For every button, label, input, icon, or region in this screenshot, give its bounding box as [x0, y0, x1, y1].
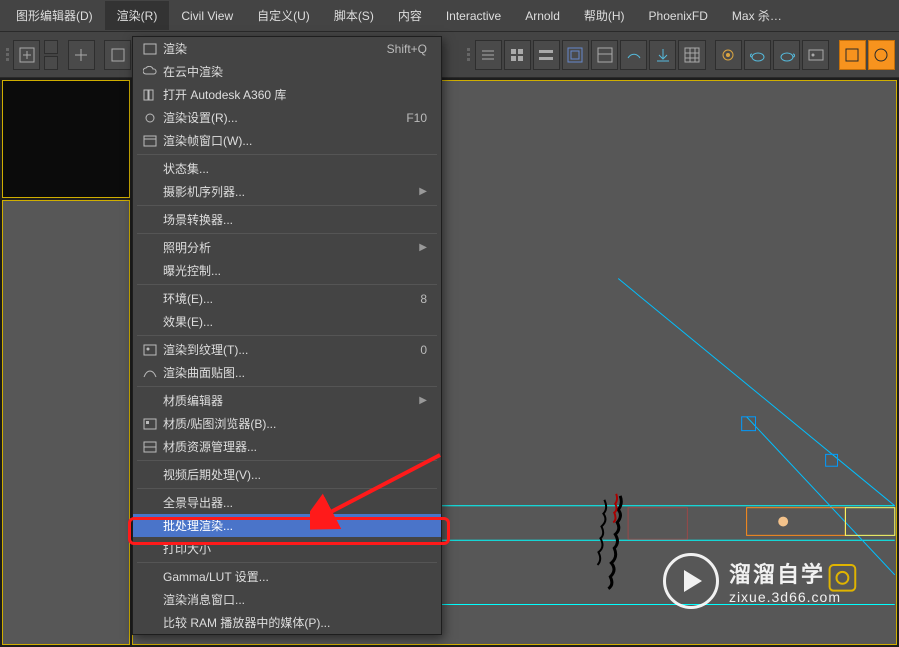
play-icon [663, 553, 719, 609]
render-dropdown: 渲染 Shift+Q 在云中渲染 打开 Autodesk A360 库 渲染设置… [132, 36, 442, 635]
menu-help[interactable]: 帮助(H) [572, 1, 637, 30]
menu-separator [137, 154, 437, 155]
render-icon [141, 41, 159, 57]
menu-separator [137, 386, 437, 387]
menu-item-render-setup[interactable]: 渲染设置(R)... F10 [133, 106, 441, 129]
menu-item-panorama-export[interactable]: 全景导出器... [133, 491, 441, 514]
menu-separator [137, 562, 437, 563]
tool-list3[interactable] [533, 40, 560, 70]
menu-item-camera-seq[interactable]: 摄影机序列器... ▶ [133, 180, 441, 203]
menu-separator [137, 488, 437, 489]
tool-grid[interactable] [678, 40, 705, 70]
cloud-icon [141, 64, 159, 80]
menu-civil-view[interactable]: Civil View [169, 3, 245, 29]
tool-d[interactable] [562, 40, 589, 70]
menu-render[interactable]: 渲染(R) [105, 1, 170, 30]
menu-item-mat-browser[interactable]: 材质/贴图浏览器(B)... [133, 412, 441, 435]
menu-item-render-surface[interactable]: 渲染曲面贴图... [133, 361, 441, 384]
menu-item-material-editor[interactable]: 材质编辑器 ▶ [133, 389, 441, 412]
menu-customize[interactable]: 自定义(U) [245, 1, 322, 30]
resource-icon [141, 439, 159, 455]
menu-item-effects[interactable]: 效果(E)... [133, 310, 441, 333]
menu-item-exposure[interactable]: 曝光控制... [133, 259, 441, 282]
menu-interactive[interactable]: Interactive [434, 3, 513, 29]
library-icon [141, 87, 159, 103]
watermark: 溜溜自学 zixue.3d66.com [663, 553, 841, 609]
menu-item-render-msg[interactable]: 渲染消息窗口... [133, 588, 441, 611]
tool-orange2[interactable] [868, 40, 895, 70]
browser-icon [141, 416, 159, 432]
tool-frame[interactable] [802, 40, 829, 70]
window-icon [141, 133, 159, 149]
menu-separator [137, 460, 437, 461]
menu-item-video-post[interactable]: 视频后期处理(V)... [133, 463, 441, 486]
tool-a-subs [44, 40, 58, 70]
menu-item-cloud-render[interactable]: 在云中渲染 [133, 60, 441, 83]
watermark-title: 溜溜自学 [729, 557, 841, 589]
menu-separator [137, 335, 437, 336]
menu-item-render[interactable]: 渲染 Shift+Q [133, 37, 441, 60]
toolbar-grip-icon [4, 36, 11, 74]
viewport-top-left[interactable] [2, 80, 130, 198]
tool-list1[interactable] [475, 40, 502, 70]
tool-teapot2[interactable] [773, 40, 800, 70]
tool-a-sub2[interactable] [44, 56, 58, 70]
menu-item-mat-explorer[interactable]: 材质资源管理器... [133, 435, 441, 458]
surface-icon [141, 365, 159, 381]
gear-icon [141, 110, 159, 126]
menu-item-print-size[interactable]: 打印大小 [133, 537, 441, 560]
menu-separator [137, 233, 437, 234]
tool-a[interactable] [13, 40, 40, 70]
menu-item-frame-window[interactable]: 渲染帧窗口(W)... [133, 129, 441, 152]
menu-graph-editor[interactable]: 图形编辑器(D) [4, 1, 105, 30]
tool-e[interactable] [591, 40, 618, 70]
menu-item-gamma-lut[interactable]: Gamma/LUT 设置... [133, 565, 441, 588]
menu-separator [137, 205, 437, 206]
tool-down[interactable] [649, 40, 676, 70]
menu-phoenixfd[interactable]: PhoenixFD [637, 3, 720, 29]
tool-a-sub1[interactable] [44, 40, 58, 54]
menubar: 图形编辑器(D) 渲染(R) Civil View 自定义(U) 脚本(S) 内… [0, 0, 899, 32]
menu-item-lighting-analysis[interactable]: 照明分析 ▶ [133, 236, 441, 259]
toolbar-grip2-icon [465, 36, 472, 74]
submenu-arrow-icon: ▶ [419, 395, 427, 406]
menu-item-compare-ram[interactable]: 比较 RAM 播放器中的媒体(P)... [133, 611, 441, 634]
watermark-sub: zixue.3d66.com [729, 589, 841, 605]
texture-icon [141, 342, 159, 358]
menu-label: 渲染 [163, 40, 371, 57]
tool-c[interactable] [104, 40, 131, 70]
menu-content[interactable]: 内容 [386, 1, 434, 30]
menu-maxkill[interactable]: Max 杀… [720, 1, 794, 30]
viewport-left-col [2, 80, 130, 645]
tool-orange1[interactable] [839, 40, 866, 70]
menu-item-a360[interactable]: 打开 Autodesk A360 库 [133, 83, 441, 106]
tool-gear[interactable] [715, 40, 742, 70]
tool-f[interactable] [620, 40, 647, 70]
submenu-arrow-icon: ▶ [419, 186, 427, 197]
menu-shortcut: Shift+Q [387, 42, 427, 56]
viewport-bottom-left[interactable] [2, 200, 130, 645]
menu-item-batch-render[interactable]: 批处理渲染... [133, 514, 441, 537]
submenu-arrow-icon: ▶ [419, 242, 427, 253]
menu-separator [137, 284, 437, 285]
tool-list2[interactable] [504, 40, 531, 70]
menu-item-render-to-texture[interactable]: 渲染到纹理(T)... 0 [133, 338, 441, 361]
menu-arnold[interactable]: Arnold [513, 3, 572, 29]
tool-b[interactable] [68, 40, 95, 70]
tool-teapot1[interactable] [744, 40, 771, 70]
menu-item-state-sets[interactable]: 状态集... [133, 157, 441, 180]
menu-item-environment[interactable]: 环境(E)... 8 [133, 287, 441, 310]
menu-script[interactable]: 脚本(S) [322, 1, 386, 30]
menu-item-scene-convert[interactable]: 场景转换器... [133, 208, 441, 231]
